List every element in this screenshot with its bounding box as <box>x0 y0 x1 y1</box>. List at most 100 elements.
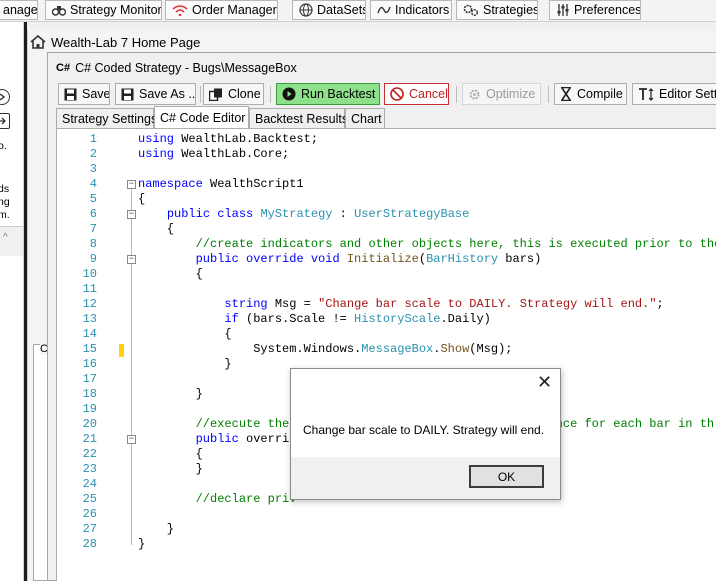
left-panel-text: ds <box>0 183 10 195</box>
home-page-title: Wealth-Lab 7 Home Page <box>30 33 200 51</box>
home-title-text: Wealth-Lab 7 Home Page <box>51 34 201 50</box>
code-line[interactable]: 26 <box>57 507 716 522</box>
line-number: 9 <box>89 252 97 266</box>
code-text: { <box>138 447 203 461</box>
line-number: 7 <box>89 222 97 236</box>
arrow-right-icon[interactable] <box>0 113 10 129</box>
code-line[interactable]: 5{ <box>57 192 716 207</box>
collapse-icon[interactable]: − <box>127 435 136 444</box>
line-number: 22 <box>82 447 97 461</box>
line-number: 11 <box>82 282 97 296</box>
code-line[interactable]: 1 using WealthLab.Backtest; <box>57 132 716 147</box>
line-number: 3 <box>89 162 97 176</box>
line-number: 17 <box>82 372 97 386</box>
globe-icon <box>299 3 313 17</box>
button-label: Optimize <box>486 87 536 101</box>
run-backtest-button[interactable]: Run Backtest <box>276 83 380 105</box>
code-line[interactable]: 13 if (bars.Scale != HistoryScale.Daily) <box>57 312 716 327</box>
collapse-icon[interactable]: − <box>127 210 136 219</box>
floppy-icon <box>121 88 134 101</box>
code-line[interactable]: 3 <box>57 162 716 177</box>
indicators-button[interactable]: Indicators <box>370 0 452 20</box>
code-line[interactable]: 15 System.Windows.MessageBox.Show(Msg); <box>57 342 716 357</box>
ok-button[interactable]: OK <box>469 465 544 488</box>
button-label: Editor Settin <box>659 87 716 101</box>
code-line[interactable]: 7 { <box>57 222 716 237</box>
compile-button[interactable]: Compile <box>554 83 627 105</box>
code-line[interactable]: 28} <box>57 537 716 552</box>
collapse-icon[interactable]: − <box>127 180 136 189</box>
order-manager-partial-button[interactable]: anager <box>0 0 38 20</box>
strategies-button[interactable]: Strategies <box>456 0 538 20</box>
code-line[interactable]: 2 using WealthLab.Core; <box>57 147 716 162</box>
code-text: } <box>138 537 146 551</box>
window-title: C# C# Coded Strategy - Bugs\MessageBox <box>56 61 297 75</box>
line-number: 21 <box>82 432 97 446</box>
tab-label: Chart <box>351 111 382 126</box>
code-text: } <box>138 522 175 536</box>
button-label: Compile <box>577 87 623 101</box>
code-line[interactable]: 8 //create indicators and other objects … <box>57 237 716 252</box>
chevron-up-icon[interactable]: ^ <box>3 232 8 243</box>
save-button[interactable]: Save <box>58 83 110 105</box>
copy-icon <box>209 88 223 101</box>
line-number: 13 <box>82 312 97 326</box>
left-panel-text: o. <box>0 140 7 152</box>
tab-label: Backtest Results <box>255 111 349 126</box>
close-icon[interactable]: ✕ <box>537 373 552 391</box>
line-number: 15 <box>82 342 97 356</box>
toolbar-label: DataSets <box>317 3 366 17</box>
cancel-button[interactable]: Cancel <box>384 83 449 105</box>
optimize-button[interactable]: Optimize <box>462 83 541 105</box>
code-line[interactable]: 4 − namespace WealthScript1 <box>57 177 716 192</box>
line-number: 28 <box>82 537 97 551</box>
button-label: Clone <box>228 87 261 101</box>
line-number: 19 <box>82 402 97 416</box>
code-editor[interactable]: 1 using WealthLab.Backtest; 2 using WealthL… <box>56 128 716 581</box>
hourglass-icon <box>560 87 572 101</box>
dialog-message: Change bar scale to DAILY. Strategy will… <box>303 423 545 437</box>
main-toolbar: anager Strategy Monitor Order Manager Da… <box>0 0 716 22</box>
toolbar-label: Preferences <box>574 3 641 17</box>
left-side-panel: o. ds ng m. ^ <box>0 22 24 581</box>
toolbar-separator <box>548 86 549 103</box>
code-line[interactable]: 9 − public override void Initialize(BarHi… <box>57 252 716 267</box>
code-line[interactable]: 14 { <box>57 327 716 342</box>
tab-strategy-settings[interactable]: Strategy Settings <box>56 108 158 128</box>
code-line[interactable]: 27 } <box>57 522 716 537</box>
tab-backtest-results[interactable]: Backtest Results <box>249 108 349 128</box>
line-number: 18 <box>82 387 97 401</box>
tab-chart[interactable]: Chart <box>345 108 385 128</box>
line-number: 16 <box>82 357 97 371</box>
tab-label: Strategy Settings <box>62 111 158 126</box>
scroll-area[interactable]: ^ <box>0 226 23 256</box>
collapse-icon[interactable]: − <box>127 255 136 264</box>
wave-icon <box>377 4 391 16</box>
code-line[interactable]: 6 − public class MyStrategy : UserStrateg… <box>57 207 716 222</box>
clone-button[interactable]: Clone <box>203 83 264 105</box>
code-text: } <box>138 357 232 371</box>
order-manager-button[interactable]: Order Manager <box>165 0 278 20</box>
sliders-icon <box>556 3 570 17</box>
code-line[interactable]: 10 { <box>57 267 716 282</box>
line-number: 26 <box>82 507 97 521</box>
code-text: System.Windows.MessageBox.Show(Msg); <box>138 342 513 356</box>
tab-code-editor[interactable]: C# Code Editor <box>154 106 249 128</box>
gears-icon <box>463 3 479 17</box>
preferences-button[interactable]: Preferences <box>549 0 641 20</box>
toolbar-label: Indicators <box>395 3 450 17</box>
editor-settings-button[interactable]: Editor Settin <box>632 83 716 105</box>
button-label: Save <box>82 87 110 101</box>
toolbar-separator <box>270 86 271 103</box>
line-number: 27 <box>82 522 97 536</box>
code-line[interactable]: 11 <box>57 282 716 297</box>
binoculars-icon <box>52 4 66 16</box>
code-line[interactable]: 12 string Msg = "Change bar scale to DAI… <box>57 297 716 312</box>
datasets-button[interactable]: DataSets <box>292 0 366 20</box>
line-number: 10 <box>82 267 97 281</box>
code-text: { <box>138 222 175 236</box>
circle-arrow-icon[interactable] <box>0 89 10 105</box>
text-height-icon <box>638 87 654 101</box>
strategy-monitor-button[interactable]: Strategy Monitor <box>45 0 162 20</box>
save-as-button[interactable]: Save As ... <box>115 83 196 105</box>
